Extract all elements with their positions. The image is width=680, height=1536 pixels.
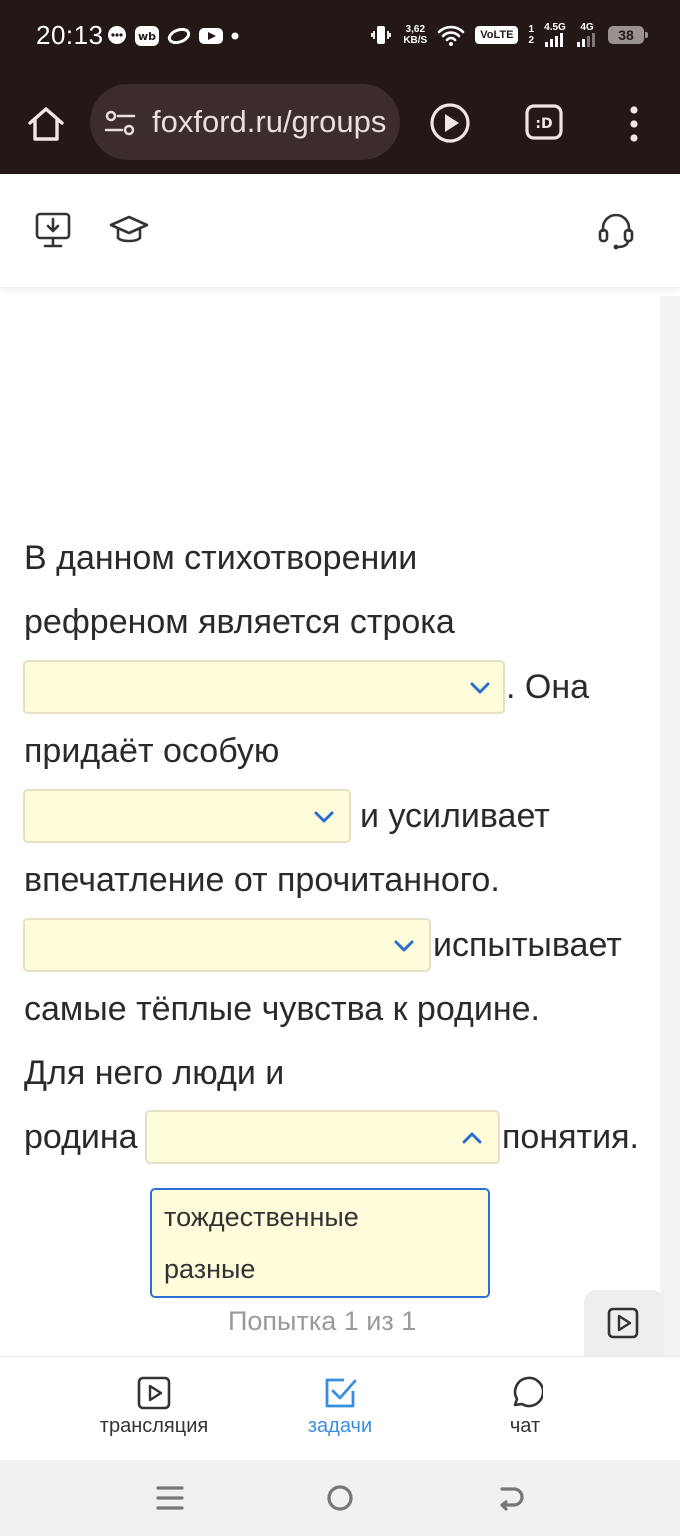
site-settings-icon[interactable] xyxy=(104,108,136,138)
svg-text::D: :D xyxy=(535,116,552,132)
back-icon[interactable] xyxy=(492,1480,528,1516)
address-bar[interactable]: foxford.ru/groups xyxy=(90,84,400,160)
question-text: придаёт особую xyxy=(24,732,280,770)
question-text: самые тёплые чувства к родине. xyxy=(24,990,540,1028)
question-text: В данном стихотворении xyxy=(24,539,418,577)
status-app-icons: wb xyxy=(106,25,240,47)
play-circle-icon[interactable] xyxy=(428,101,472,145)
nav-label: задачи xyxy=(307,1415,373,1437)
app-header xyxy=(0,174,680,288)
attempt-counter: Попытка 1 из 1 xyxy=(228,1306,417,1336)
menu-icon[interactable] xyxy=(152,1480,188,1516)
answer-select-2[interactable] xyxy=(23,789,351,843)
status-indicators: 3,62 KB/S VoLTE 1 2 4.5G 4G 38 xyxy=(369,22,648,47)
nav-chat[interactable]: чат xyxy=(435,1357,615,1461)
download-desktop-icon[interactable] xyxy=(34,210,72,250)
headset-icon[interactable] xyxy=(596,210,636,250)
browser-toolbar: foxford.ru/groups :D xyxy=(0,74,680,174)
extension-icon[interactable]: :D xyxy=(524,103,564,141)
signal-2: 4G xyxy=(576,22,598,47)
graduation-cap-icon[interactable] xyxy=(108,212,150,248)
nav-label: трансляция xyxy=(99,1415,209,1437)
home-icon[interactable] xyxy=(24,102,68,146)
wifi-icon xyxy=(437,25,465,46)
ring-icon xyxy=(167,27,191,45)
question-text: впечатление от прочитанного. xyxy=(24,861,500,899)
svg-text:wb: wb xyxy=(138,30,156,43)
scrollbar[interactable] xyxy=(660,296,680,1356)
nav-label: чат xyxy=(509,1415,541,1437)
signal-icon xyxy=(577,33,595,47)
question-text: . Она xyxy=(506,668,590,706)
net-speed: 3,62 KB/S xyxy=(403,23,428,46)
question-text: родина xyxy=(24,1118,138,1156)
system-nav-bar xyxy=(0,1460,680,1536)
play-square-icon xyxy=(607,1307,639,1339)
bottom-nav: трансляция задачи чат xyxy=(0,1356,680,1460)
select-option[interactable]: тождественные xyxy=(164,1202,359,1233)
question-text: понятия. xyxy=(502,1118,639,1156)
volte-badge: VoLTE xyxy=(475,25,519,44)
signal-1: 4.5G xyxy=(544,22,566,47)
checkbox-icon xyxy=(325,1378,357,1408)
sim-indicator: 1 2 xyxy=(528,23,534,46)
more-vert-icon[interactable] xyxy=(620,102,648,146)
answer-select-1[interactable] xyxy=(23,660,505,714)
question-text: испытывает xyxy=(433,926,622,964)
nav-tasks[interactable]: задачи xyxy=(250,1357,430,1461)
home-circle-icon[interactable] xyxy=(322,1480,358,1516)
answer-select-4[interactable] xyxy=(145,1110,500,1164)
play-square-icon xyxy=(137,1376,171,1410)
chevron-down-icon xyxy=(314,811,334,823)
battery-indicator: 38 xyxy=(608,25,648,44)
question-text: рефреном является строка xyxy=(24,603,455,641)
status-time: 20:13 xyxy=(36,20,104,50)
chevron-up-icon xyxy=(462,1132,482,1144)
select-option[interactable]: разные xyxy=(164,1254,255,1285)
wb-icon: wb xyxy=(135,26,159,46)
status-bar: 20:13 wb 3,62 KB/S VoLTE 1 2 4.5G 4G 38 xyxy=(0,0,680,74)
answer-select-3[interactable] xyxy=(23,918,431,972)
vibrate-icon xyxy=(371,25,392,44)
nav-broadcast[interactable]: трансляция xyxy=(64,1357,244,1461)
chevron-down-icon xyxy=(394,940,414,952)
chevron-down-icon xyxy=(470,682,490,694)
youtube-icon xyxy=(199,28,223,44)
chat-icon xyxy=(513,1376,543,1408)
broadcast-float-button[interactable] xyxy=(584,1290,664,1362)
select-options-list: тождественные разные xyxy=(150,1188,490,1298)
question-text: Для него люди и xyxy=(24,1054,285,1092)
dot-icon xyxy=(231,32,239,40)
url-text: foxford.ru/groups xyxy=(152,104,387,139)
question-text: и усиливает xyxy=(360,797,550,835)
chat-bubble-icon xyxy=(108,26,126,44)
signal-icon xyxy=(545,33,563,47)
